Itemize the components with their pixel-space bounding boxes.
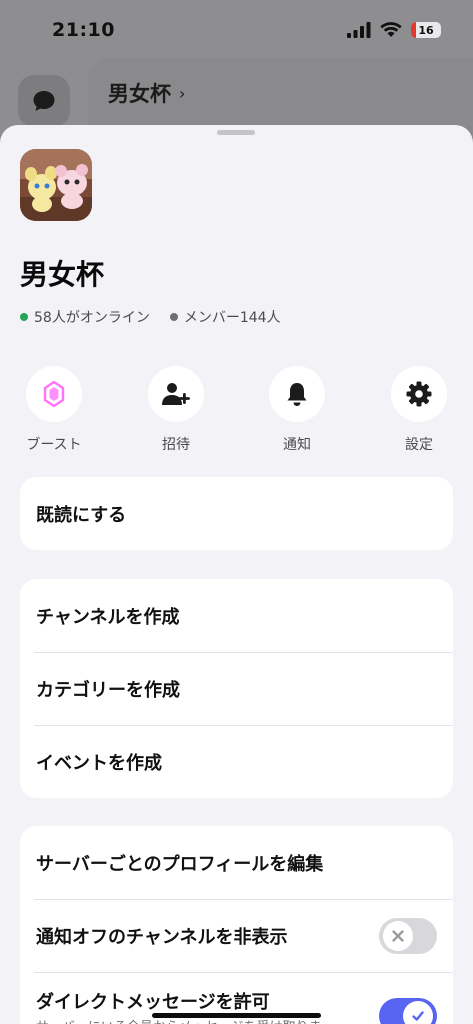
battery-level: 16 — [418, 23, 434, 37]
allow-dm-label: ダイレクトメッセージを許可 — [36, 992, 270, 1013]
invite-button[interactable] — [148, 366, 204, 422]
create-event-item[interactable]: イベントを作成 — [20, 725, 453, 798]
battery-icon: 16 — [411, 22, 441, 38]
settings-label: 設定 — [405, 437, 433, 453]
create-event-label: イベントを作成 — [36, 752, 162, 774]
hide-muted-channels-label: 通知オフのチャンネルを非表示 — [36, 926, 288, 948]
member-count: メンバー144人 — [169, 307, 281, 327]
notifications-label: 通知 — [283, 437, 311, 453]
dm-chat-icon[interactable] — [18, 75, 70, 127]
create-card: チャンネルを作成 カテゴリーを作成 イベントを作成 — [20, 579, 453, 798]
online-count: 58人がオンライン — [20, 307, 150, 327]
settings-button[interactable] — [391, 366, 447, 422]
create-channel-item[interactable]: チャンネルを作成 — [20, 579, 453, 652]
mark-read-label: 既読にする — [36, 504, 127, 526]
status-bar: 21:10 16 — [0, 0, 473, 60]
settings-action[interactable]: 設定 — [379, 366, 459, 454]
create-category-item[interactable]: カテゴリーを作成 — [20, 652, 453, 725]
status-time: 21:10 — [52, 19, 115, 41]
server-avatar-image — [20, 149, 92, 221]
gear-icon — [406, 381, 432, 407]
home-indicator[interactable] — [152, 1013, 321, 1018]
hide-muted-channels-item[interactable]: 通知オフのチャンネルを非表示 — [20, 899, 453, 972]
status-icons: 16 — [347, 22, 441, 38]
server-icon — [20, 149, 92, 221]
allow-dm-text: ダイレクトメッセージを許可 サーバーにいる全員からメッセージを受け取りま — [36, 988, 322, 1024]
mark-read-item[interactable]: 既読にする — [20, 477, 453, 550]
background-server-name: 男女杯 — [108, 82, 171, 106]
create-category-label: カテゴリーを作成 — [36, 679, 180, 701]
member-count-text: メンバー144人 — [183, 310, 281, 326]
background-server-title[interactable]: 男女杯 › — [108, 78, 185, 108]
wifi-icon — [380, 22, 402, 37]
allow-dm-toggle[interactable] — [379, 998, 437, 1024]
hide-muted-toggle[interactable] — [379, 917, 437, 954]
check-mark-icon — [412, 1011, 424, 1021]
server-name: 男女杯 — [20, 258, 105, 291]
member-status-icon — [169, 313, 178, 321]
cellular-signal-icon — [347, 22, 371, 38]
boost-button[interactable] — [26, 366, 82, 422]
online-count-text: 58人がオンライン — [34, 310, 150, 326]
bell-icon — [287, 383, 307, 406]
boost-label: ブースト — [26, 437, 82, 453]
quick-actions: ブースト 招待 通知 設定 — [0, 366, 473, 456]
notifications-action[interactable]: 通知 — [257, 366, 337, 454]
boost-action[interactable]: ブースト — [14, 366, 94, 454]
chat-bubble-icon — [33, 91, 55, 111]
toggle-knob — [383, 920, 413, 951]
mark-read-card: 既読にする — [20, 477, 453, 550]
invite-label: 招待 — [162, 437, 190, 453]
online-status-icon — [20, 313, 28, 321]
create-channel-label: チャンネルを作成 — [36, 606, 180, 628]
chevron-right-icon: › — [179, 83, 186, 103]
edit-server-profile-label: サーバーごとのプロフィールを編集 — [36, 853, 324, 875]
edit-server-profile-item[interactable]: サーバーごとのプロフィールを編集 — [20, 826, 453, 899]
server-menu-sheet: 男女杯 58人がオンライン メンバー144人 ブースト 招待 通知 設定 既読に… — [0, 125, 473, 1024]
sheet-grabber[interactable] — [217, 130, 255, 135]
invite-action[interactable]: 招待 — [136, 366, 216, 454]
boost-gem-icon — [43, 380, 65, 408]
x-mark-icon — [392, 929, 404, 942]
settings-card: サーバーごとのプロフィールを編集 通知オフのチャンネルを非表示 ダイレクトメッセ… — [20, 826, 453, 1024]
server-stats: 58人がオンライン メンバー144人 — [20, 307, 301, 327]
notifications-button[interactable] — [269, 366, 325, 422]
toggle-knob — [403, 1001, 433, 1024]
invite-user-icon — [162, 383, 190, 405]
